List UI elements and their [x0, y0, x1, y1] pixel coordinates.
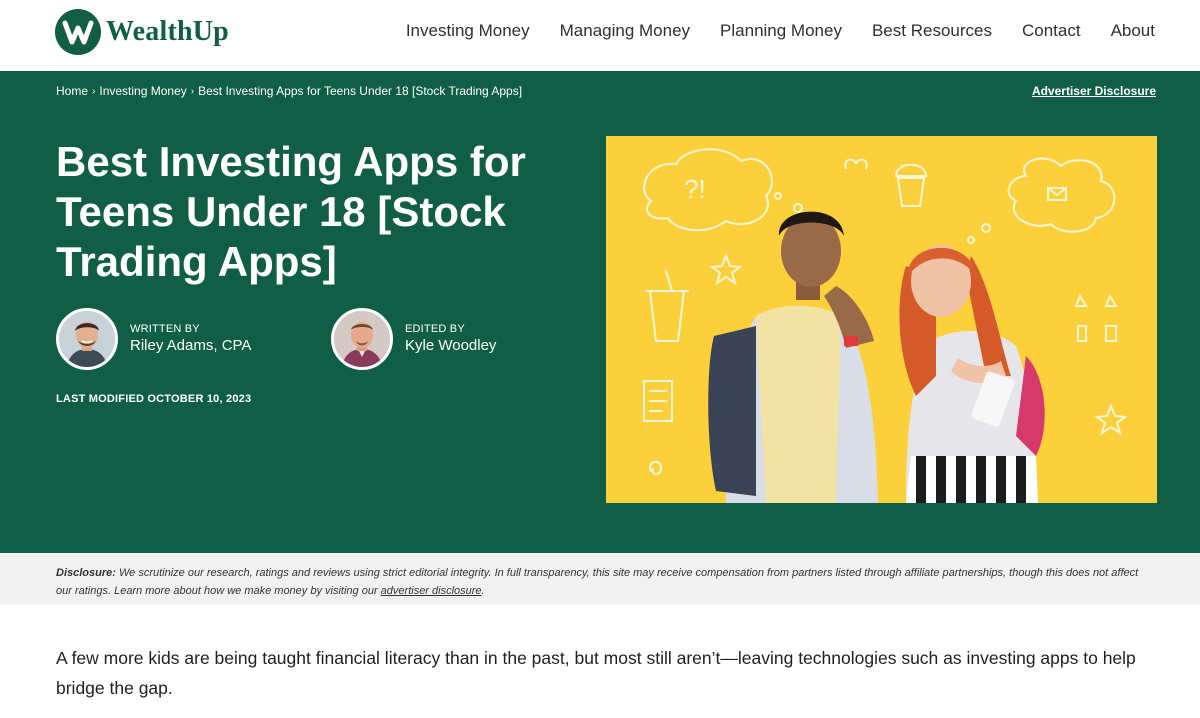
disclosure-link[interactable]: advertiser disclosure	[381, 585, 482, 597]
breadcrumb: Home › Investing Money › Best Investing …	[56, 84, 522, 98]
editor-avatar[interactable]	[331, 308, 393, 370]
hero-image: ?!	[606, 136, 1157, 503]
breadcrumb-home[interactable]: Home	[56, 84, 88, 98]
article-hero: Home › Investing Money › Best Investing …	[0, 71, 1200, 553]
site-logo[interactable]: WealthUp	[55, 9, 229, 55]
breadcrumb-investing-money[interactable]: Investing Money	[99, 84, 186, 98]
affiliate-disclosure: Disclosure: We scrutinize our research, …	[0, 553, 1200, 605]
last-modified-date: LAST MODIFIED OCTOBER 10, 2023	[56, 393, 252, 405]
author-avatar[interactable]	[56, 308, 118, 370]
disclosure-text: We scrutinize our research, ratings and …	[56, 567, 1139, 597]
logo-wordmark: WealthUp	[106, 16, 229, 47]
nav-planning-money[interactable]: Planning Money	[720, 20, 842, 42]
nav-contact[interactable]: Contact	[1022, 20, 1081, 42]
breadcrumb-separator-icon: ›	[190, 85, 195, 97]
disclosure-label: Disclosure:	[56, 567, 116, 579]
nav-managing-money[interactable]: Managing Money	[560, 20, 690, 42]
breadcrumb-separator-icon: ›	[92, 85, 96, 97]
author-name[interactable]: Riley Adams, CPA	[130, 336, 251, 356]
nav-investing-money[interactable]: Investing Money	[406, 20, 530, 42]
nav-best-resources[interactable]: Best Resources	[872, 20, 992, 42]
page-title: Best Investing Apps for Teens Under 18 […	[56, 138, 526, 285]
editor-name[interactable]: Kyle Woodley	[405, 336, 496, 356]
editor-byline: EDITED BY Kyle Woodley	[331, 308, 496, 370]
main-nav: Investing Money Managing Money Planning …	[376, 20, 1155, 42]
intro-paragraph: A few more kids are being taught financi…	[56, 648, 1136, 698]
svg-text:?!: ?!	[684, 174, 706, 204]
advertiser-disclosure-link[interactable]: Advertiser Disclosure	[1032, 84, 1156, 98]
site-header: WealthUp Investing Money Managing Money …	[0, 0, 1200, 71]
editor-role: EDITED BY	[405, 323, 465, 335]
disclosure-end: .	[481, 585, 485, 597]
nav-about[interactable]: About	[1111, 20, 1155, 42]
author-role: WRITTEN BY	[130, 323, 200, 335]
breadcrumb-current[interactable]: Best Investing Apps for Teens Under 18 […	[198, 84, 522, 98]
teens-with-phone-illustration-icon: ?!	[606, 136, 1157, 503]
wealthup-logo-icon	[55, 9, 101, 55]
author-byline: WRITTEN BY Riley Adams, CPA	[56, 308, 251, 370]
